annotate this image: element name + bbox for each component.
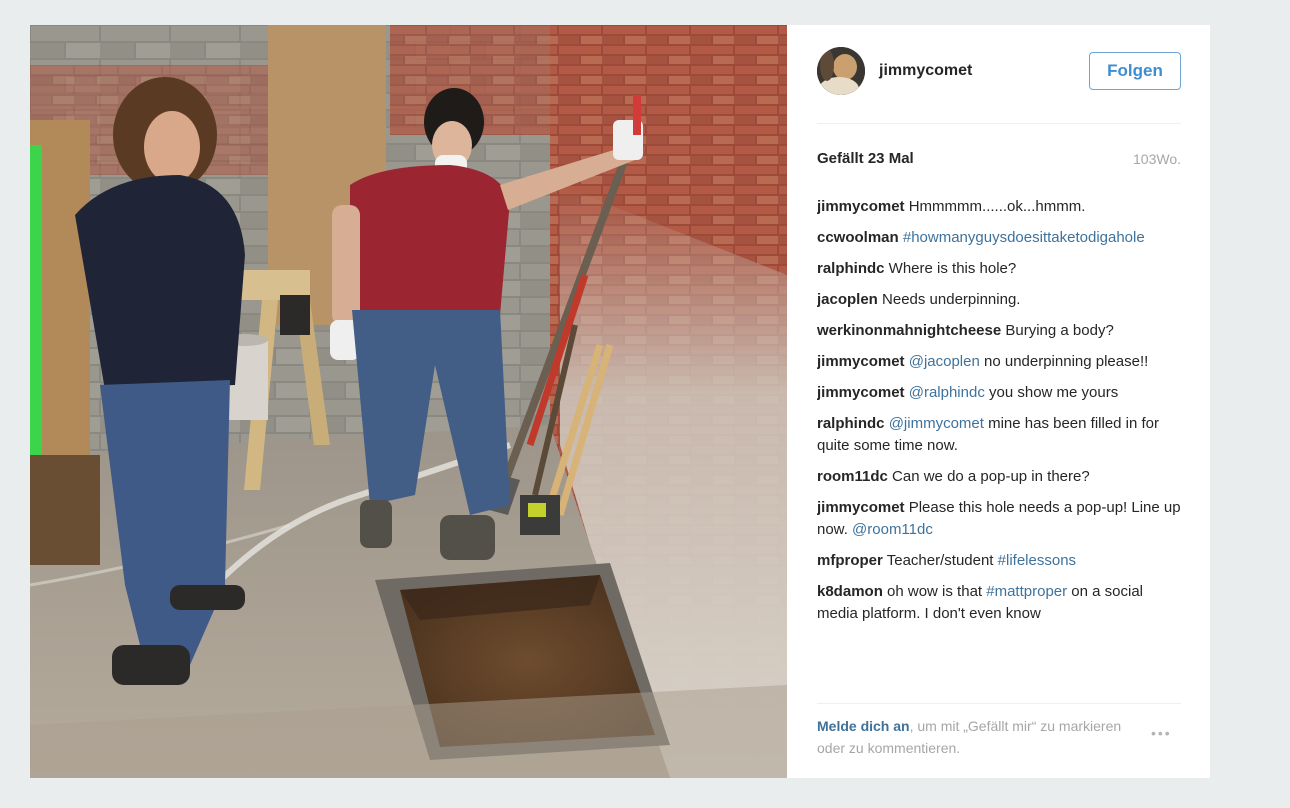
mention-link[interactable]: @jimmycomet: [889, 415, 984, 432]
comment-item: jacoplen Needs underpinning.: [817, 289, 1185, 311]
comment-author[interactable]: jimmycomet: [817, 499, 905, 516]
comment-text: Can we do a pop-up in there?: [887, 468, 1090, 485]
mention-link[interactable]: @ralphindc: [909, 384, 985, 401]
comment-author[interactable]: k8damon: [817, 583, 883, 600]
post-username[interactable]: jimmycomet: [879, 62, 972, 80]
login-link[interactable]: Melde dich an: [817, 718, 910, 734]
comment-item: ralphindc Where is this hole?: [817, 258, 1185, 280]
post-age[interactable]: 103Wo.: [1133, 151, 1181, 167]
comment-author[interactable]: ralphindc: [817, 260, 885, 277]
comment-author[interactable]: mfproper: [817, 552, 883, 569]
comment-item: jimmycomet @ralphindc you show me yours: [817, 382, 1185, 404]
comment-item: ccwoolman #howmanyguysdoesittaketodigaho…: [817, 227, 1185, 249]
login-prompt: Melde dich an, um mit „Gefällt mir“ zu m…: [817, 715, 1137, 759]
more-options-button[interactable]: •••: [1151, 725, 1172, 741]
comment-item: k8damon oh wow is that #mattproper on a …: [817, 581, 1185, 625]
comment-author[interactable]: ccwoolman: [817, 229, 899, 246]
comment-author[interactable]: jimmycomet: [817, 353, 905, 370]
comment-author[interactable]: jimmycomet: [817, 384, 905, 401]
hashtag-link[interactable]: #mattproper: [986, 583, 1067, 600]
comment-text: Needs underpinning.: [877, 291, 1021, 308]
post-photo: [30, 25, 787, 778]
comment-text: Hmmmmm......ok...hmmm.: [904, 198, 1086, 215]
comment-text: Teacher/student: [882, 552, 998, 569]
comment-item: werkinonmahnightcheese Burying a body?: [817, 320, 1185, 342]
comment-item: jimmycomet Please this hole needs a pop-…: [817, 497, 1185, 541]
comment-text: Where is this hole?: [884, 260, 1017, 277]
comment-author[interactable]: ralphindc: [817, 415, 885, 432]
post-header: jimmycomet Folgen: [787, 25, 1210, 123]
avatar[interactable]: [817, 47, 865, 95]
footer-divider: [817, 703, 1181, 704]
follow-button[interactable]: Folgen: [1089, 52, 1181, 90]
comment-author[interactable]: werkinonmahnightcheese: [817, 322, 1001, 339]
comment-item: room11dc Can we do a pop-up in there?: [817, 466, 1185, 488]
mention-link[interactable]: @room11dc: [852, 521, 933, 538]
comment-item: jimmycomet Hmmmmm......ok...hmmm.: [817, 196, 1185, 218]
header-divider: [817, 123, 1181, 124]
comments-list[interactable]: jimmycomet Hmmmmm......ok...hmmm. ccwoolm…: [817, 196, 1185, 696]
comment-text: you show me yours: [984, 384, 1119, 401]
comment-text: no underpinning please!!: [979, 353, 1149, 370]
comment-item: jimmycomet @jacoplen no underpinning ple…: [817, 351, 1185, 373]
comment-item: mfproper Teacher/student #lifelessons: [817, 550, 1185, 572]
mention-link[interactable]: @jacoplen: [909, 353, 980, 370]
hashtag-link[interactable]: #lifelessons: [998, 552, 1076, 569]
comment-text: Burying a body?: [1001, 322, 1114, 339]
hashtag-link[interactable]: #howmanyguysdoesittaketodigahole: [903, 229, 1145, 246]
comment-author[interactable]: room11dc: [817, 468, 888, 485]
likes-count[interactable]: Gefällt 23 Mal: [817, 150, 914, 167]
post-side-panel: jimmycomet Folgen Gefällt 23 Mal 103Wo. …: [787, 25, 1210, 778]
comment-author[interactable]: jacoplen: [817, 291, 878, 308]
comment-text: oh wow is that: [882, 583, 987, 600]
comment-item: ralphindc @jimmycomet mine has been fill…: [817, 413, 1185, 457]
comment-author[interactable]: jimmycomet: [817, 198, 905, 215]
